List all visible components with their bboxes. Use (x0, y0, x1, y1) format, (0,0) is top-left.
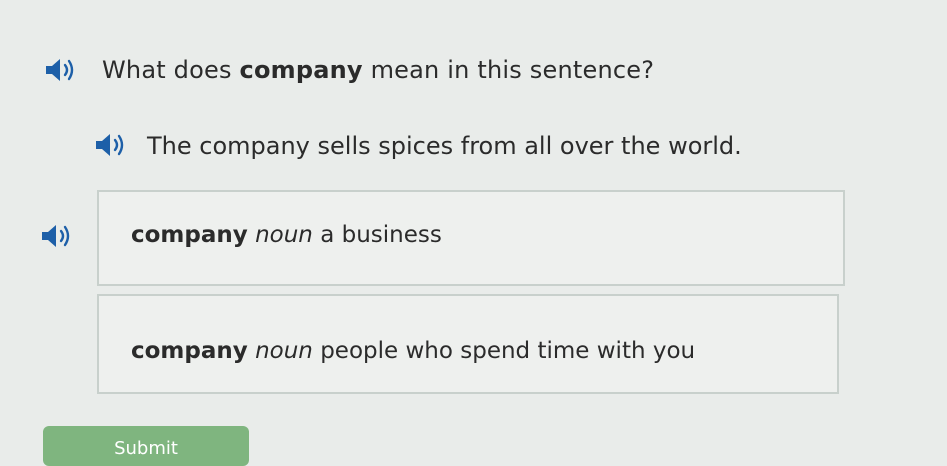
option-2-part-of-speech: noun (255, 338, 313, 364)
option-2-definition: people who spend time with you (320, 338, 696, 364)
answer-option-1[interactable]: company noun a business (97, 190, 845, 286)
sentence-speaker-icon[interactable] (92, 131, 132, 159)
answer-option-1-text: company noun a business (131, 222, 442, 248)
option-1-part-of-speech: noun (255, 222, 313, 248)
answer-option-2-text: company noun people who spend time with … (131, 338, 695, 364)
example-sentence: The company sells spices from all over t… (147, 132, 742, 160)
question-speaker-icon[interactable] (42, 56, 82, 84)
option-2-word: company (131, 338, 248, 364)
submit-button[interactable]: Submit (43, 426, 249, 466)
question-prefix: What does (102, 56, 240, 84)
answer-option-2[interactable]: company noun people who spend time with … (97, 294, 839, 394)
option-1-speaker-icon[interactable] (38, 222, 78, 250)
question-word: company (239, 56, 363, 84)
question-text: What does company mean in this sentence? (102, 56, 654, 84)
option-1-definition: a business (320, 222, 442, 248)
question-suffix: mean in this sentence? (362, 56, 655, 84)
option-1-word: company (131, 222, 248, 248)
